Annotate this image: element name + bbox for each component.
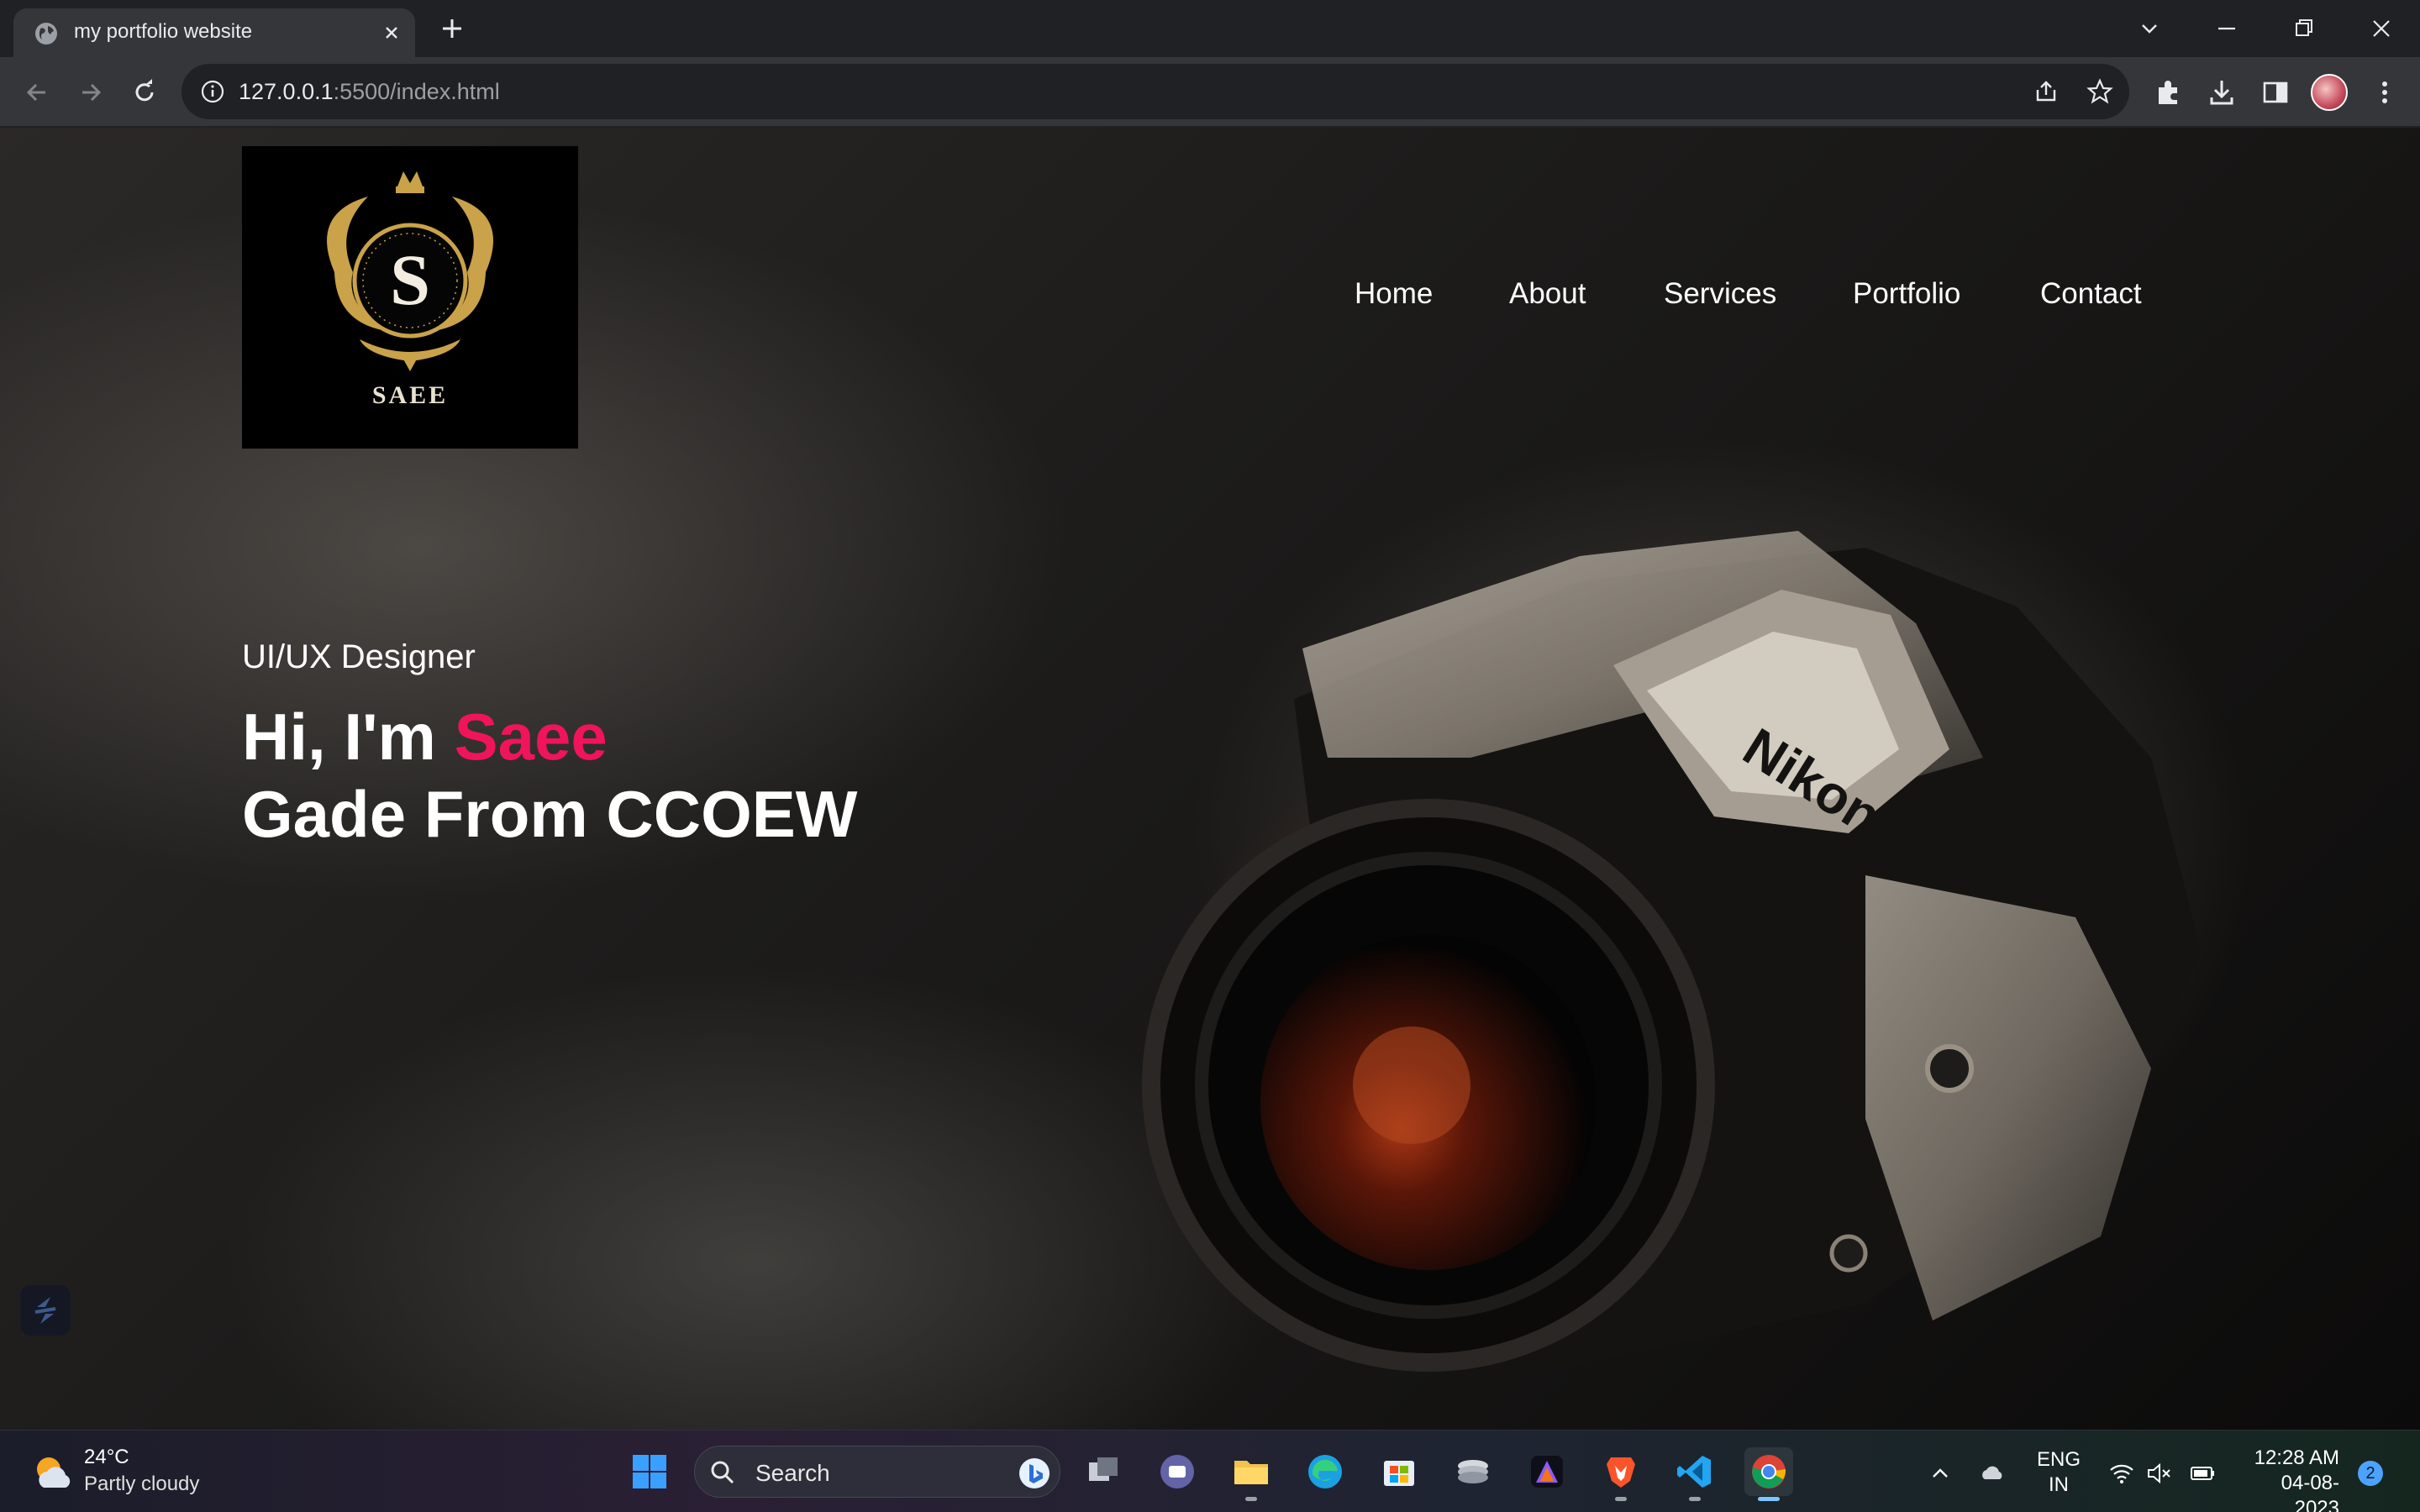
running-indicator xyxy=(1615,1497,1627,1501)
running-indicator xyxy=(1245,1497,1257,1501)
running-indicator xyxy=(1689,1497,1701,1501)
new-tab-icon[interactable] xyxy=(437,13,467,44)
clock[interactable]: 12:28 AM 04-08-2023 xyxy=(2238,1446,2339,1512)
nav-portfolio[interactable]: Portfolio xyxy=(1853,277,1960,311)
clock-date: 04-08-2023 xyxy=(2281,1472,2339,1512)
chevron-up-icon[interactable] xyxy=(1926,1459,1954,1488)
forward-icon[interactable] xyxy=(74,76,108,109)
disk-icon[interactable] xyxy=(1449,1447,1497,1496)
download-icon[interactable] xyxy=(2205,76,2238,109)
folder-glyph xyxy=(1234,1461,1268,1484)
teams-glyph xyxy=(1160,1455,1194,1488)
store-icon[interactable] xyxy=(1375,1447,1423,1496)
vscode-glyph xyxy=(1677,1456,1711,1488)
page-viewport: Nikon S SAEE Home About Services Portfol… xyxy=(0,128,2420,1430)
vscode-icon[interactable] xyxy=(1670,1447,1719,1501)
browser-toolbar: 127.0.0.1:5500/index.html xyxy=(0,57,2420,128)
battery-icon[interactable] xyxy=(2188,1459,2217,1488)
language-indicator[interactable]: ENG IN xyxy=(2032,1447,2086,1498)
search-label: Search xyxy=(755,1460,830,1486)
task-view-glyph xyxy=(1089,1457,1118,1481)
chrome-icon[interactable] xyxy=(1744,1447,1793,1501)
floating-widget-icon[interactable] xyxy=(20,1285,71,1336)
bing-icon[interactable] xyxy=(1018,1457,1051,1490)
onedrive-icon[interactable] xyxy=(1978,1459,2007,1488)
partly-cloudy-icon[interactable] xyxy=(32,1451,76,1494)
file-explorer-icon[interactable] xyxy=(1227,1447,1276,1501)
share-icon[interactable] xyxy=(2032,77,2060,106)
bookmark-star-icon[interactable] xyxy=(2086,77,2114,106)
os-taskbar: 24°C Partly cloudy Search ENG IN 12:28 A… xyxy=(0,1430,2420,1512)
url-host: 127.0.0.1 xyxy=(239,79,334,104)
region-code: IN xyxy=(2049,1473,2069,1496)
store-glyph xyxy=(1384,1461,1414,1486)
hero-role: UI/UX Designer xyxy=(242,638,476,675)
reload-icon[interactable] xyxy=(128,76,161,109)
site-logo[interactable]: S SAEE xyxy=(242,146,578,449)
hero-second-line: Gade From CCOEW xyxy=(242,777,858,851)
start-icon[interactable] xyxy=(625,1447,674,1496)
nav-contact[interactable]: Contact xyxy=(2040,277,2142,311)
extensions-icon[interactable] xyxy=(2151,76,2185,109)
menu-icon[interactable] xyxy=(2368,76,2402,109)
affinity-icon[interactable] xyxy=(1523,1447,1571,1496)
nav-about[interactable]: About xyxy=(1509,277,1586,311)
tab-title: my portfolio website xyxy=(74,20,253,43)
task-view-icon[interactable] xyxy=(1079,1447,1128,1496)
tab-search-icon[interactable] xyxy=(2131,10,2168,47)
close-window-icon[interactable] xyxy=(2363,10,2400,47)
site-info-icon[interactable] xyxy=(200,79,225,104)
edge-glyph xyxy=(1308,1455,1342,1488)
logo-name: SAEE xyxy=(371,381,449,409)
camera-background-image: Nikon xyxy=(1142,531,2202,1372)
teams-icon[interactable] xyxy=(1153,1447,1202,1496)
search-icon xyxy=(711,1461,734,1484)
weather-temperature[interactable]: 24°C xyxy=(84,1446,129,1469)
logo-letter: S xyxy=(390,239,430,320)
chrome-glyph xyxy=(1752,1455,1786,1488)
minimize-icon[interactable] xyxy=(2208,10,2245,47)
profile-avatar[interactable] xyxy=(2311,74,2348,111)
nav-services[interactable]: Services xyxy=(1664,277,1776,311)
edge-icon[interactable] xyxy=(1301,1447,1349,1496)
restore-icon[interactable] xyxy=(2286,10,2323,47)
brave-icon[interactable] xyxy=(1597,1447,1645,1501)
nav-home[interactable]: Home xyxy=(1355,277,1433,311)
wifi-icon[interactable] xyxy=(2107,1459,2136,1488)
disk-glyph xyxy=(1458,1460,1488,1483)
side-panel-icon[interactable] xyxy=(2259,76,2292,109)
close-tab-icon[interactable] xyxy=(380,21,403,45)
url-text[interactable]: 127.0.0.1:5500/index.html xyxy=(239,76,500,108)
brave-glyph xyxy=(1607,1457,1635,1488)
notification-badge[interactable]: 2 xyxy=(2358,1461,2383,1486)
url-path: :5500/index.html xyxy=(333,79,500,104)
active-indicator xyxy=(1758,1497,1780,1501)
affinity-glyph xyxy=(1531,1456,1563,1488)
address-bar[interactable]: 127.0.0.1:5500/index.html xyxy=(182,64,2129,119)
globe-icon xyxy=(35,23,57,45)
browser-tab[interactable]: my portfolio website xyxy=(13,8,415,57)
tab-strip: my portfolio website xyxy=(0,0,2420,57)
hero-greeting: Hi, I'm xyxy=(242,700,436,774)
hero-first-name: Saee xyxy=(454,700,608,774)
hero-heading: Hi, I'm Saee xyxy=(242,699,608,774)
taskbar-search[interactable]: Search xyxy=(694,1446,1060,1498)
clock-time: 12:28 AM xyxy=(2254,1446,2339,1469)
weather-description[interactable]: Partly cloudy xyxy=(84,1473,199,1496)
back-icon[interactable] xyxy=(20,76,54,109)
language-code: ENG xyxy=(2036,1448,2081,1471)
volume-muted-icon[interactable] xyxy=(2144,1459,2173,1488)
